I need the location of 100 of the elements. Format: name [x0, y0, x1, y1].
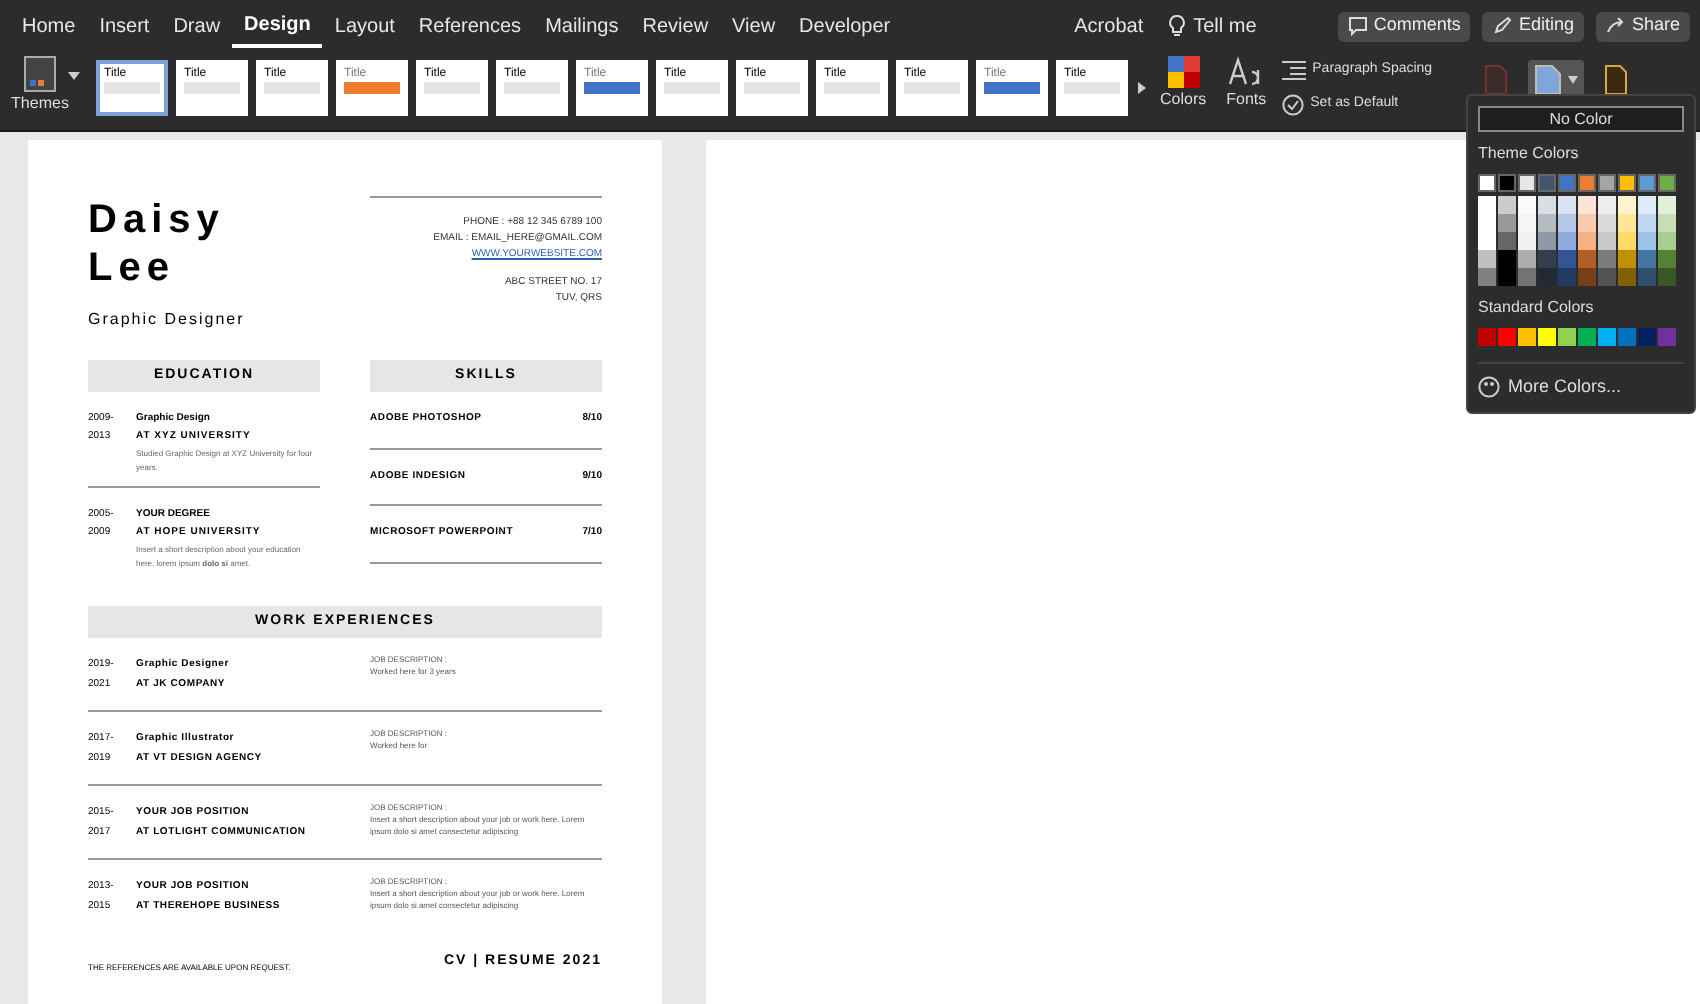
color-shade-swatch[interactable] [1638, 196, 1656, 214]
colors-button[interactable]: Colors [1160, 56, 1207, 112]
color-shade-swatch[interactable] [1538, 250, 1556, 268]
ribbon-tab[interactable]: References [406, 4, 534, 48]
color-shade-swatch[interactable] [1598, 196, 1616, 214]
color-shade-swatch[interactable] [1658, 250, 1676, 268]
color-shade-swatch[interactable] [1578, 268, 1596, 286]
tell-me-button[interactable]: Tell me [1167, 11, 1257, 41]
color-shade-swatch[interactable] [1518, 196, 1536, 214]
ribbon-tab[interactable]: Layout [322, 4, 407, 48]
color-shade-swatch[interactable] [1658, 268, 1676, 286]
color-shade-swatch[interactable] [1518, 232, 1536, 250]
color-shade-swatch[interactable] [1478, 232, 1496, 250]
no-color-button[interactable]: No Color [1478, 106, 1684, 132]
color-swatch[interactable] [1498, 174, 1516, 192]
color-swatch[interactable] [1538, 328, 1556, 346]
color-shade-swatch[interactable] [1498, 196, 1516, 214]
color-shade-swatch[interactable] [1578, 250, 1596, 268]
color-shade-swatch[interactable] [1558, 232, 1576, 250]
color-shade-swatch[interactable] [1578, 232, 1596, 250]
color-swatch[interactable] [1638, 174, 1656, 192]
color-shade-swatch[interactable] [1518, 250, 1536, 268]
color-swatch[interactable] [1518, 328, 1536, 346]
color-shade-swatch[interactable] [1618, 214, 1636, 232]
fonts-button[interactable]: Fonts [1226, 56, 1267, 112]
color-shade-swatch[interactable] [1538, 232, 1556, 250]
color-swatches-icon [1167, 56, 1200, 88]
color-swatch[interactable] [1598, 328, 1616, 346]
color-swatch[interactable] [1558, 174, 1576, 192]
color-shade-swatch[interactable] [1618, 232, 1636, 250]
color-swatch[interactable] [1478, 328, 1496, 346]
color-shade-swatch[interactable] [1658, 214, 1676, 232]
more-colors-button[interactable]: More Colors... [1478, 362, 1684, 401]
color-shade-swatch[interactable] [1638, 268, 1656, 286]
ribbon-tab[interactable]: View [720, 4, 788, 48]
color-shade-swatch[interactable] [1478, 250, 1496, 268]
color-swatch[interactable] [1638, 328, 1656, 346]
color-shade-swatch[interactable] [1558, 268, 1576, 286]
color-shade-swatch[interactable] [1498, 268, 1516, 286]
color-swatch[interactable] [1658, 174, 1676, 192]
color-swatch[interactable] [1578, 328, 1596, 346]
color-shade-swatch[interactable] [1658, 196, 1676, 214]
color-shade-swatch[interactable] [1638, 232, 1656, 250]
color-shade-swatch[interactable] [1498, 232, 1516, 250]
toolbar-button[interactable]: Editing [1482, 11, 1584, 41]
color-shade-swatch[interactable] [1638, 250, 1656, 268]
color-swatch[interactable] [1598, 174, 1616, 192]
color-shade-swatch[interactable] [1558, 250, 1576, 268]
menu-heading: Standard Colors [1478, 296, 1596, 320]
ribbon-tab[interactable]: Home [10, 4, 88, 48]
color-shade-swatch[interactable] [1618, 250, 1636, 268]
caret-icon [1568, 76, 1578, 84]
acrobat-tab[interactable]: Acrobat [1074, 11, 1144, 41]
themes-button[interactable]: Themes [12, 56, 68, 116]
font-icon [1228, 56, 1265, 88]
color-shade-swatch[interactable] [1498, 214, 1516, 232]
color-shade-swatch[interactable] [1578, 196, 1596, 214]
color-swatch[interactable] [1618, 328, 1636, 346]
color-shade-swatch[interactable] [1578, 214, 1596, 232]
color-swatch[interactable] [1498, 328, 1516, 346]
color-swatch[interactable] [1558, 328, 1576, 346]
color-shade-swatch[interactable] [1558, 196, 1576, 214]
themes-icon [24, 56, 56, 92]
color-shade-swatch[interactable] [1478, 268, 1496, 286]
color-swatch[interactable] [1518, 174, 1536, 192]
color-swatch[interactable] [1478, 174, 1496, 192]
color-swatch[interactable] [1538, 174, 1556, 192]
pencil-icon [1492, 16, 1513, 36]
color-shade-swatch[interactable] [1638, 214, 1656, 232]
color-shade-swatch[interactable] [1598, 250, 1616, 268]
color-swatch[interactable] [1618, 174, 1636, 192]
color-shade-swatch[interactable] [1558, 214, 1576, 232]
ribbon-tab[interactable]: Mailings [533, 4, 631, 48]
color-shade-swatch[interactable] [1598, 232, 1616, 250]
color-shade-swatch[interactable] [1618, 268, 1636, 286]
color-shade-swatch[interactable] [1538, 214, 1556, 232]
color-shade-swatch[interactable] [1658, 232, 1676, 250]
color-shade-swatch[interactable] [1518, 214, 1536, 232]
lightbulb-icon [1167, 14, 1186, 38]
ribbon-tab[interactable]: Draw [161, 4, 233, 48]
color-shade-swatch[interactable] [1518, 268, 1536, 286]
toolbar-button[interactable]: Share [1595, 11, 1690, 41]
color-shade-swatch[interactable] [1618, 196, 1636, 214]
ribbon-tab[interactable]: Insert [87, 4, 162, 48]
document-icon [1484, 64, 1508, 96]
color-shade-swatch[interactable] [1538, 196, 1556, 214]
color-swatch[interactable] [1658, 328, 1676, 346]
ribbon-tab[interactable]: Design [232, 4, 323, 48]
color-shade-swatch[interactable] [1478, 196, 1496, 214]
color-shade-swatch[interactable] [1498, 250, 1516, 268]
ribbon-tab[interactable]: Review [630, 4, 721, 48]
color-swatch[interactable] [1578, 174, 1596, 192]
color-shade-swatch[interactable] [1598, 268, 1616, 286]
color-shade-swatch[interactable] [1538, 268, 1556, 286]
name-heading: Daisy [88, 196, 227, 244]
toolbar-button[interactable]: Comments [1337, 11, 1471, 41]
ribbon-tab[interactable]: Developer [787, 4, 903, 48]
color-shade-swatch[interactable] [1598, 214, 1616, 232]
arrow-icon [1605, 16, 1626, 36]
arrow-icon [1138, 82, 1146, 94]
